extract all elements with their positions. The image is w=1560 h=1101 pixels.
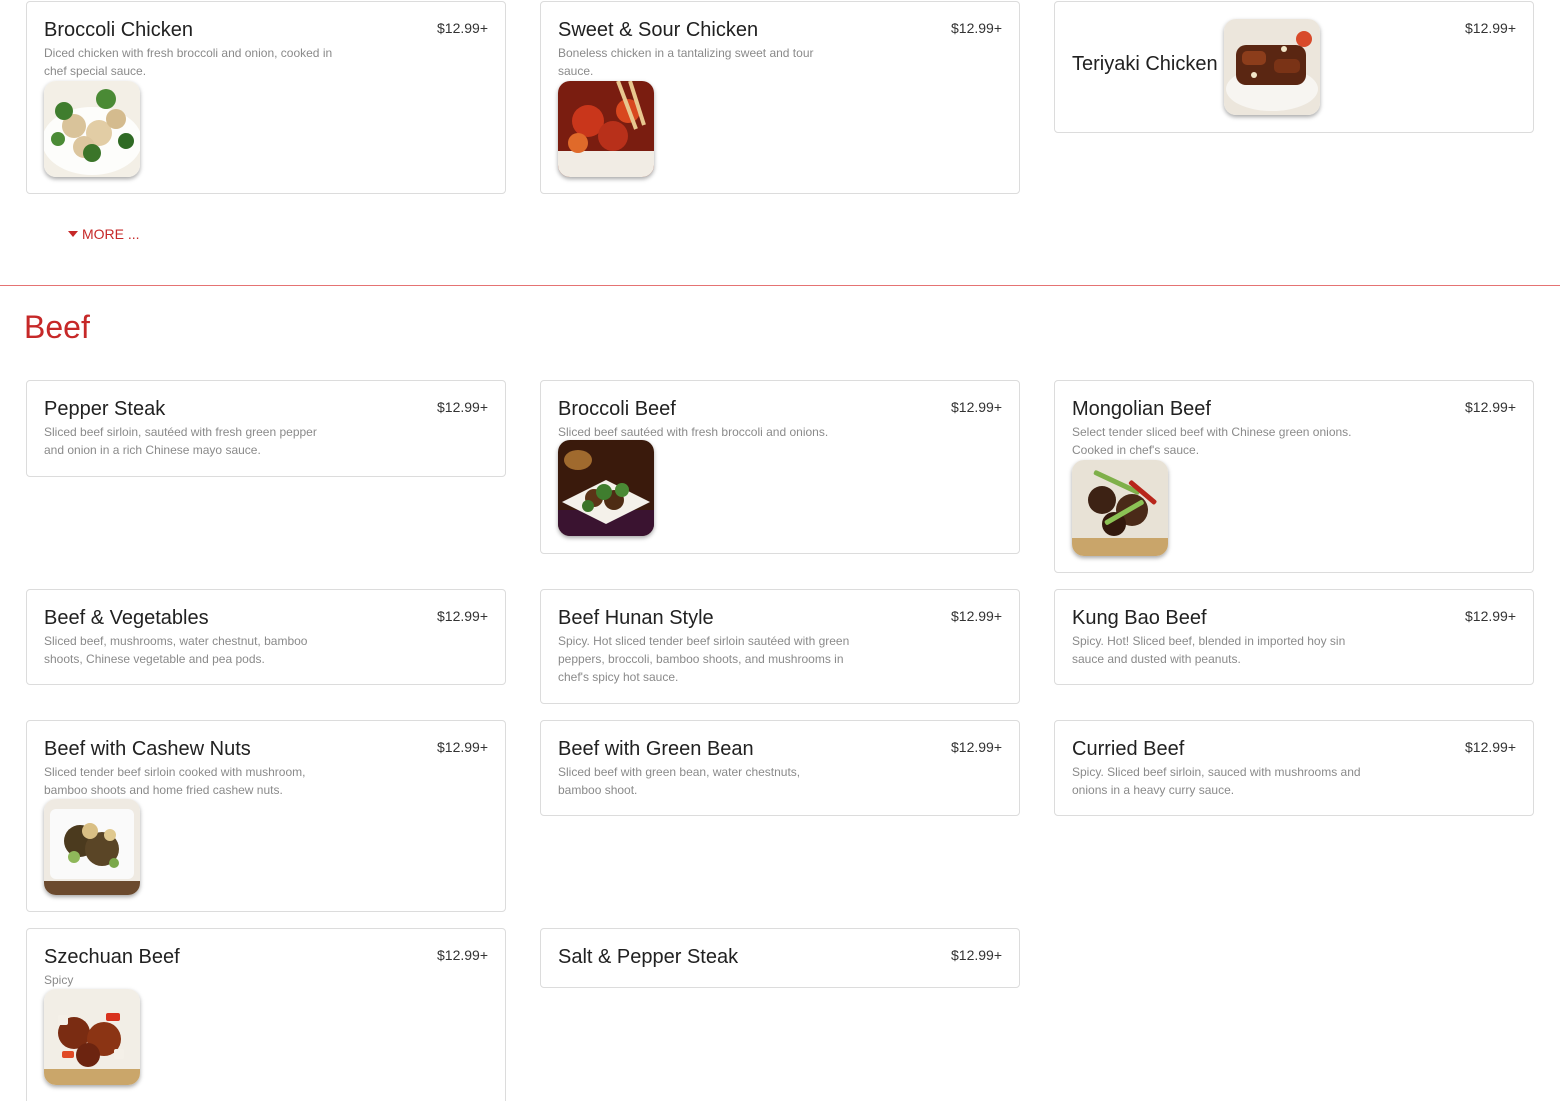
item-name: Beef with Cashew Nuts [44,738,251,760]
menu-item-szechuan-beef[interactable]: Szechuan Beef $12.99+ Spicy [26,928,506,1101]
item-price: $12.99+ [1465,20,1516,36]
food-photo [44,799,140,895]
item-description: Spicy. Sliced beef sirloin, sauced with … [1072,765,1361,797]
item-description: Boneless chicken in a tantalizing sweet … [558,46,814,78]
menu-item-salt-pepper-steak[interactable]: Salt & Pepper Steak $12.99+ [540,928,1020,988]
item-description: Spicy. Hot! Sliced beef, blended in impo… [1072,634,1346,666]
menu-item-broccoli-beef[interactable]: Broccoli Beef $12.99+ Sliced beef sautée… [540,380,1020,554]
menu-page: Broccoli Chicken $12.99+ Diced chicken w… [0,0,1560,1101]
item-price: $12.99+ [437,20,488,36]
item-price: $12.99+ [951,739,1002,755]
section-title: Beef [24,309,90,345]
food-photo [558,440,654,536]
item-name: Beef Hunan Style [558,607,714,629]
more-label: MORE ... [82,226,140,242]
item-name: Beef with Green Bean [558,738,754,760]
item-description: Select tender sliced beef with Chinese g… [1072,425,1352,457]
item-description: Diced chicken with fresh broccoli and on… [44,46,333,78]
item-price: $12.99+ [951,20,1002,36]
menu-item-beef-hunan-style[interactable]: Beef Hunan Style $12.99+ Spicy. Hot slic… [540,589,1020,704]
item-name: Salt & Pepper Steak [558,946,739,968]
item-price: $12.99+ [951,947,1002,963]
item-description: Spicy. Hot sliced tender beef sirloin sa… [558,634,850,684]
food-photo [1224,19,1320,115]
item-price: $12.99+ [1465,608,1516,624]
item-description: Sliced beef sirloin, sautéed with fresh … [44,425,317,457]
item-price: $12.99+ [437,739,488,755]
menu-item-pepper-steak[interactable]: Pepper Steak $12.99+ Sliced beef sirloin… [26,380,506,477]
food-photo [44,989,140,1085]
food-photo [558,81,654,177]
item-price: $12.99+ [437,947,488,963]
item-price: $12.99+ [1465,399,1516,415]
item-name: Sweet & Sour Chicken [558,19,759,41]
menu-item-sweet-sour-chicken[interactable]: Sweet & Sour Chicken $12.99+ Boneless ch… [540,1,1020,194]
more-button[interactable]: MORE ... [68,226,140,242]
food-photo [1072,460,1168,556]
section-divider [0,285,1560,286]
item-description: Sliced tender beef sirloin cooked with m… [44,765,306,797]
menu-item-broccoli-chicken[interactable]: Broccoli Chicken $12.99+ Diced chicken w… [26,1,506,194]
menu-item-kung-bao-beef[interactable]: Kung Bao Beef $12.99+ Spicy. Hot! Sliced… [1054,589,1534,685]
menu-item-mongolian-beef[interactable]: Mongolian Beef $12.99+ Select tender sli… [1054,380,1534,573]
item-description: Sliced beef, mushrooms, water chestnut, … [44,634,308,666]
item-name: Broccoli Beef [558,398,676,420]
item-name: Curried Beef [1072,738,1185,760]
item-name: Broccoli Chicken [44,19,193,41]
item-name: Teriyaki Chicken [1072,53,1218,75]
item-description: Sliced beef sautéed with fresh broccoli … [558,425,829,439]
item-price: $12.99+ [951,608,1002,624]
item-description: Spicy [44,973,74,987]
caret-down-icon [68,231,78,237]
item-name: Mongolian Beef [1072,398,1211,420]
food-photo [44,81,140,177]
menu-item-beef-green-bean[interactable]: Beef with Green Bean $12.99+ Sliced beef… [540,720,1020,816]
item-name: Szechuan Beef [44,946,180,968]
menu-item-beef-vegetables[interactable]: Beef & Vegetables $12.99+ Sliced beef, m… [26,589,506,685]
menu-item-teriyaki-chicken[interactable]: Teriyaki Chicken $12.99+ [1054,1,1534,133]
item-price: $12.99+ [951,399,1002,415]
menu-item-curried-beef[interactable]: Curried Beef $12.99+ Spicy. Sliced beef … [1054,720,1534,816]
item-name: Kung Bao Beef [1072,607,1207,629]
item-price: $12.99+ [437,399,488,415]
item-name: Pepper Steak [44,398,166,420]
item-price: $12.99+ [1465,739,1516,755]
item-name: Beef & Vegetables [44,607,209,629]
item-price: $12.99+ [437,608,488,624]
item-description: Sliced beef with green bean, water chest… [558,765,801,797]
menu-item-beef-cashew-nuts[interactable]: Beef with Cashew Nuts $12.99+ Sliced ten… [26,720,506,912]
